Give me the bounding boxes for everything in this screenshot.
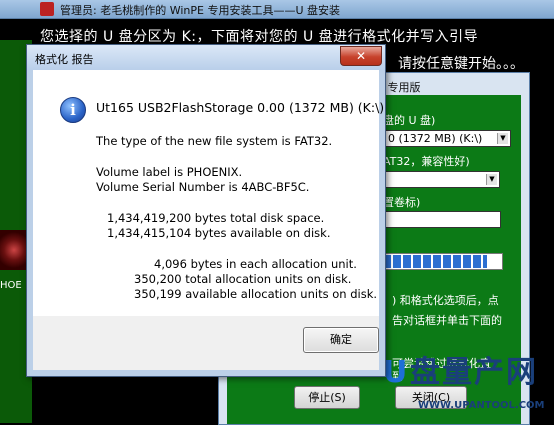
volume-label-label: 置卷标) [383, 196, 421, 209]
allocation-unit-line: 4,096 bytes in each allocation unit. [154, 257, 357, 271]
console-output-line-2: 请按任意键开始。。。 [398, 56, 524, 72]
total-units-line: 350,200 total allocation units on disk. [134, 272, 352, 286]
watermark-logo: U [383, 355, 408, 390]
format-report-dialog: 格式化 报告 ✕ i Ut165 USB2FlashStorage 0.00 (… [26, 44, 386, 377]
console-title: 管理员: 老毛桃制作的 WinPE 专用安装工具——U 盘安装 [60, 4, 340, 17]
chevron-down-icon: ▼ [486, 174, 497, 185]
info-icon: i [60, 97, 86, 123]
available-space-line: 1,434,415,104 bytes available on disk. [107, 226, 331, 240]
close-icon[interactable]: ✕ [340, 46, 382, 66]
chevron-down-icon: ▼ [497, 133, 508, 144]
filesystem-line: The type of the new file system is FAT32… [96, 134, 333, 148]
ok-button[interactable]: 确定 [303, 327, 379, 353]
console-app-icon [40, 2, 54, 16]
watermark-text: 盘量产网 [410, 355, 538, 390]
hint-text-1: ) 和格式化选项后，点 [392, 294, 499, 307]
stop-button[interactable]: 停止(S) [294, 386, 360, 409]
console-output-line-1: 您选择的 U 盘分区为 K:，下面将对您的 U 盘进行格式化并写入引导 [40, 29, 479, 45]
disk-label: 盘的 U 盘) [383, 114, 436, 127]
volume-label-input[interactable] [383, 211, 501, 228]
available-units-line: 350,199 available allocation units on di… [134, 287, 378, 301]
device-line: Ut165 USB2FlashStorage 0.00 (1372 MB) (K… [96, 100, 385, 115]
console-titlebar: 管理员: 老毛桃制作的 WinPE 专用安装工具——U 盘安装 [0, 0, 554, 19]
desktop-art [0, 230, 28, 270]
serial-line: Volume Serial Number is 4ABC-BF5C. [96, 180, 310, 194]
hint-text-2: 告对话框并单击下面的 [392, 314, 502, 327]
filesystem-label: AT32，兼容性好) [383, 155, 470, 168]
dialog-titlebar[interactable]: 格式化 报告 ✕ [27, 45, 385, 70]
dialog-footer: 确定 [33, 316, 379, 370]
disk-select-value: 0 (1372 MB) (K:\) [388, 132, 483, 145]
dialog-title: 格式化 报告 [35, 53, 94, 66]
dialog-content: i Ut165 USB2FlashStorage 0.00 (1372 MB) … [33, 70, 384, 316]
volume-label-line: Volume label is PHOENIX. [96, 165, 243, 179]
total-space-line: 1,434,419,200 bytes total disk space. [107, 211, 325, 225]
desktop-label: HOE [0, 280, 22, 291]
disk-select[interactable]: 0 (1372 MB) (K:\) ▼ [383, 130, 511, 147]
format-progress-fill [383, 255, 487, 268]
watermark-url: WWW.UPANTOOL.COM [418, 400, 545, 411]
filesystem-select[interactable]: ▼ [383, 171, 500, 188]
format-progress-bar [381, 253, 503, 270]
